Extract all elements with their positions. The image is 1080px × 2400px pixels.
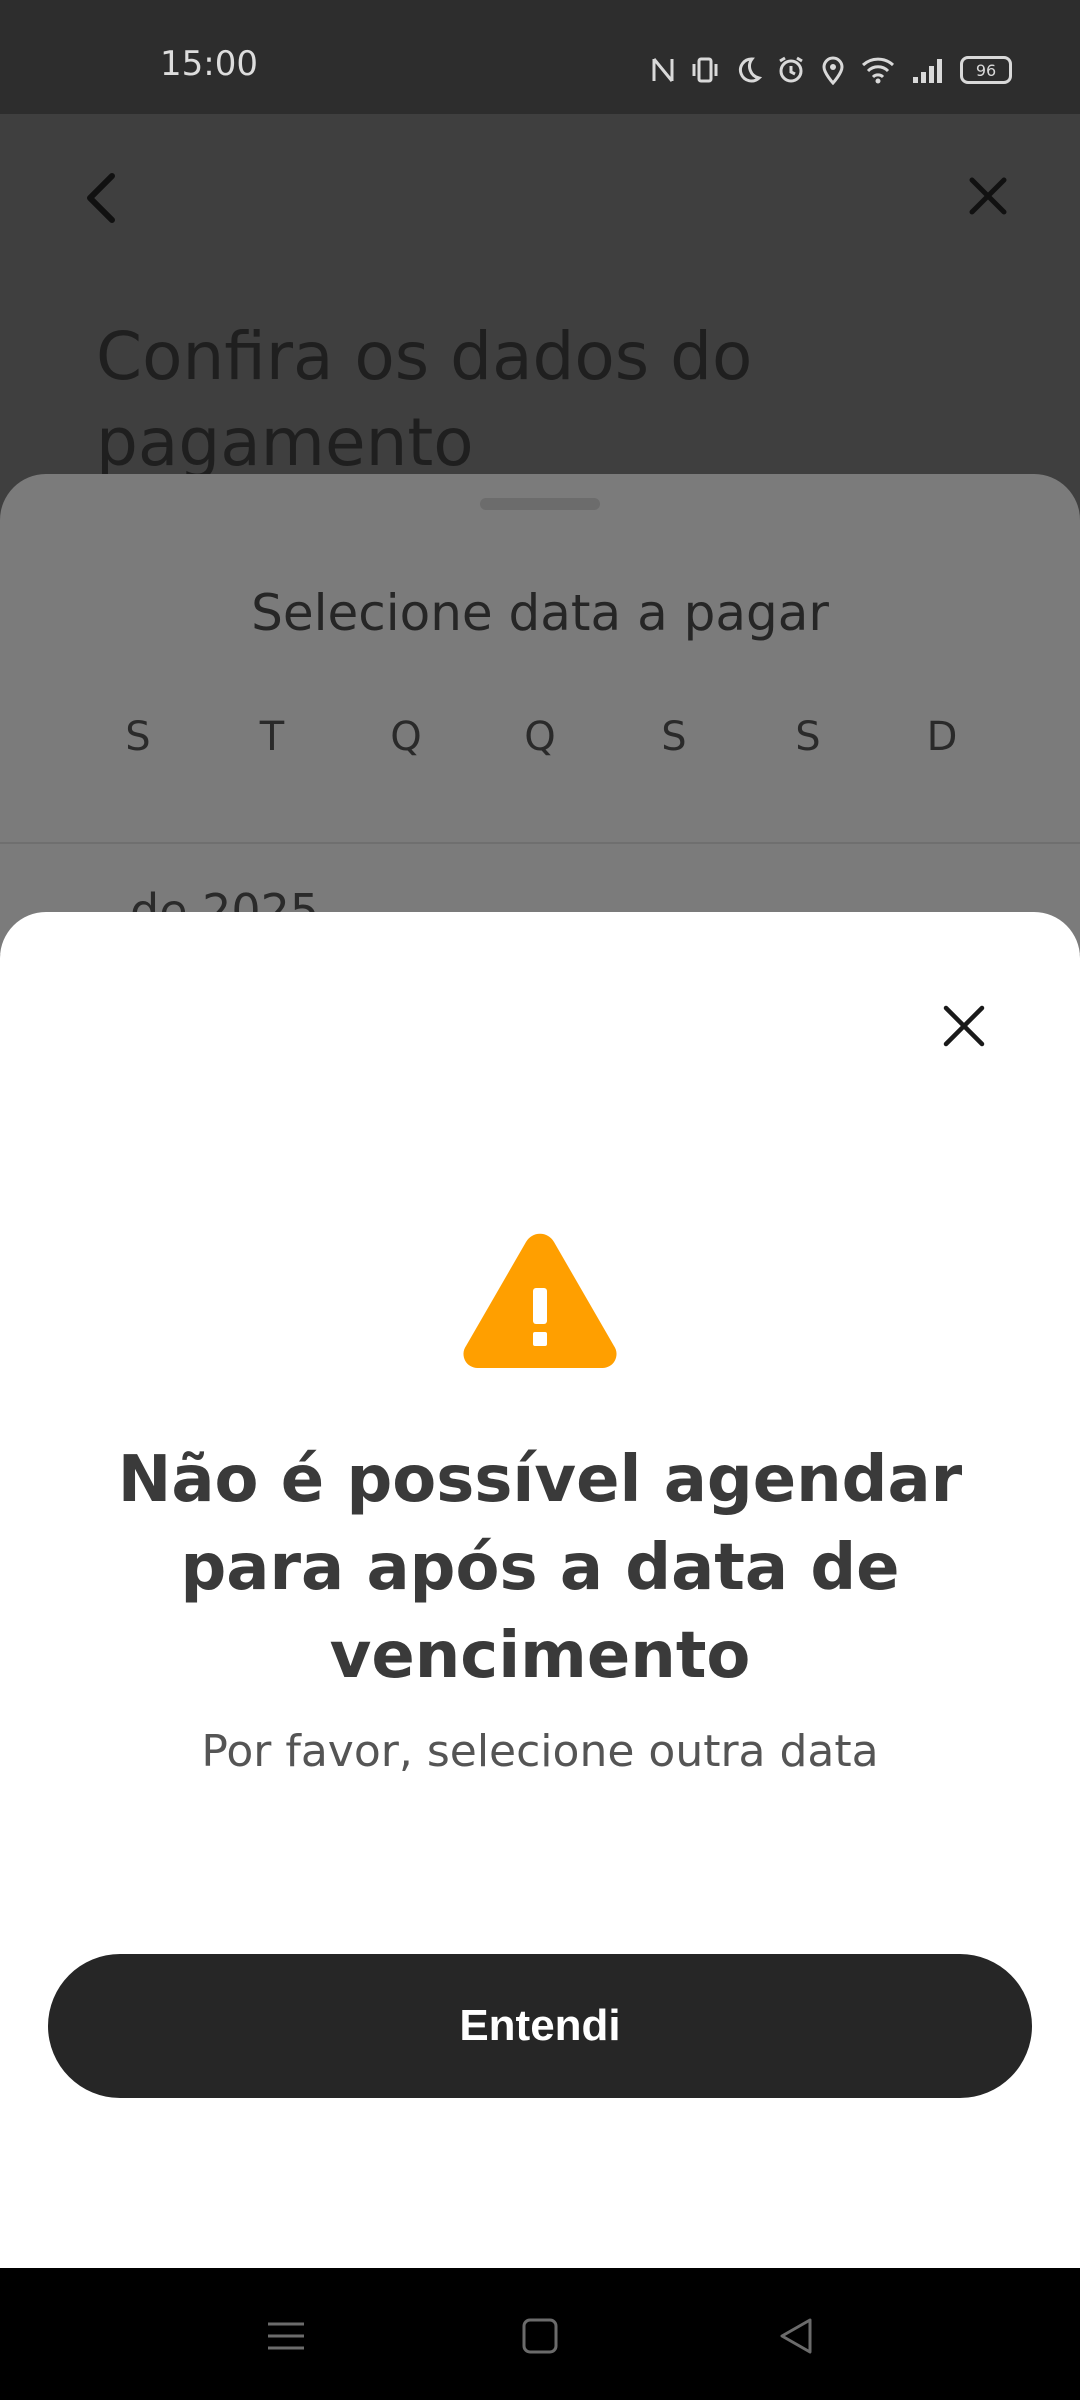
menu-icon[interactable] bbox=[262, 2312, 310, 2360]
signal-icon bbox=[913, 59, 942, 83]
weekday-label: S bbox=[125, 714, 151, 760]
alarm-icon bbox=[779, 56, 803, 83]
payment-review-page: Confira os dados do pagamento bbox=[0, 114, 1080, 481]
page-title: Confira os dados do pagamento bbox=[96, 318, 753, 481]
navigation-bar bbox=[0, 2268, 1080, 2400]
status-bar: 15:00 96 bbox=[0, 0, 1080, 114]
nfc-icon bbox=[652, 58, 674, 82]
weekday-label: S bbox=[795, 714, 821, 760]
status-icons: 96 bbox=[650, 50, 1012, 90]
weekday-label: S bbox=[661, 714, 687, 760]
back-arrow-icon bbox=[87, 173, 115, 223]
close-page-button[interactable] bbox=[966, 174, 1010, 218]
back-button[interactable] bbox=[78, 166, 126, 230]
calendar-title: Selecione data a pagar bbox=[251, 584, 829, 642]
close-icon bbox=[943, 1005, 985, 1047]
back-icon[interactable] bbox=[772, 2312, 820, 2360]
home-icon[interactable] bbox=[516, 2312, 564, 2360]
confirm-button[interactable]: Entendi bbox=[48, 1954, 1032, 2098]
modal-title: Não é possível agendar para após a data … bbox=[117, 1443, 963, 1693]
warning-icon bbox=[463, 1233, 617, 1369]
calendar-sheet: Selecione data a pagar S T Q Q S S D de … bbox=[0, 474, 1080, 954]
sheet-handle[interactable] bbox=[480, 498, 600, 510]
battery-level: 96 bbox=[975, 60, 997, 80]
weekday-label: Q bbox=[390, 714, 422, 760]
status-time: 15:00 bbox=[160, 44, 258, 84]
weekday-label: Q bbox=[524, 714, 556, 760]
weekday-label: T bbox=[259, 714, 285, 760]
weekday-label: D bbox=[926, 714, 958, 760]
location-icon bbox=[822, 56, 844, 85]
weekday-header: S T Q Q S S D bbox=[90, 714, 990, 760]
date-error-modal: Não é possível agendar para após a data … bbox=[0, 912, 1080, 2268]
screen: 15:00 96 Confira os dados do pagamento S… bbox=[0, 0, 1080, 2400]
vibrate-icon bbox=[692, 57, 718, 83]
moon-icon bbox=[739, 57, 762, 83]
close-icon bbox=[969, 177, 1007, 215]
wifi-icon bbox=[861, 57, 895, 84]
modal-subtitle: Por favor, selecione outra data bbox=[201, 1726, 879, 1777]
divider bbox=[0, 842, 1080, 844]
modal-close-button[interactable] bbox=[934, 996, 994, 1056]
battery-icon: 96 bbox=[960, 56, 1012, 84]
